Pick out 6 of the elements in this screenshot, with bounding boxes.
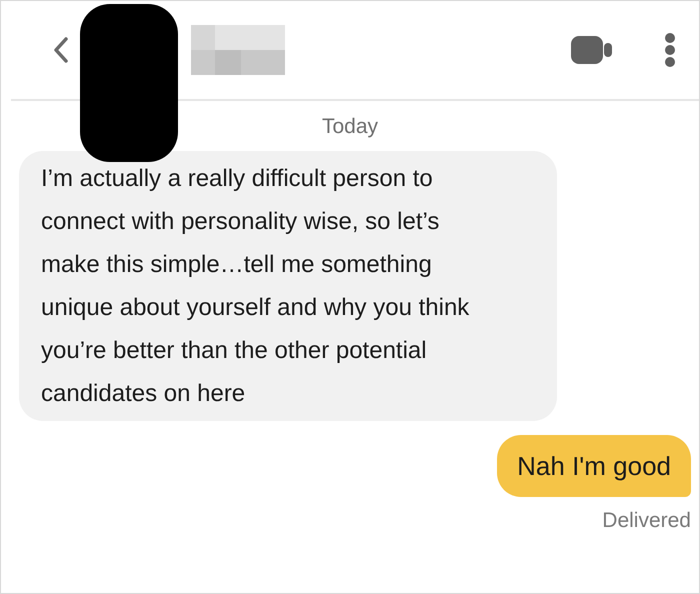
sent-message-bubble: Nah I'm good bbox=[497, 434, 691, 496]
delivery-status: Delivered bbox=[602, 508, 691, 534]
video-call-button[interactable] bbox=[571, 34, 613, 66]
received-message-bubble: I’m actually a really difficult person to connect with personality wise, so let’s make this simple…tell me something unique about yourself and why you think you’re better than the other potential candidates on here bbox=[19, 150, 557, 420]
date-label: Today bbox=[322, 114, 378, 140]
more-options-button[interactable] bbox=[663, 32, 677, 68]
